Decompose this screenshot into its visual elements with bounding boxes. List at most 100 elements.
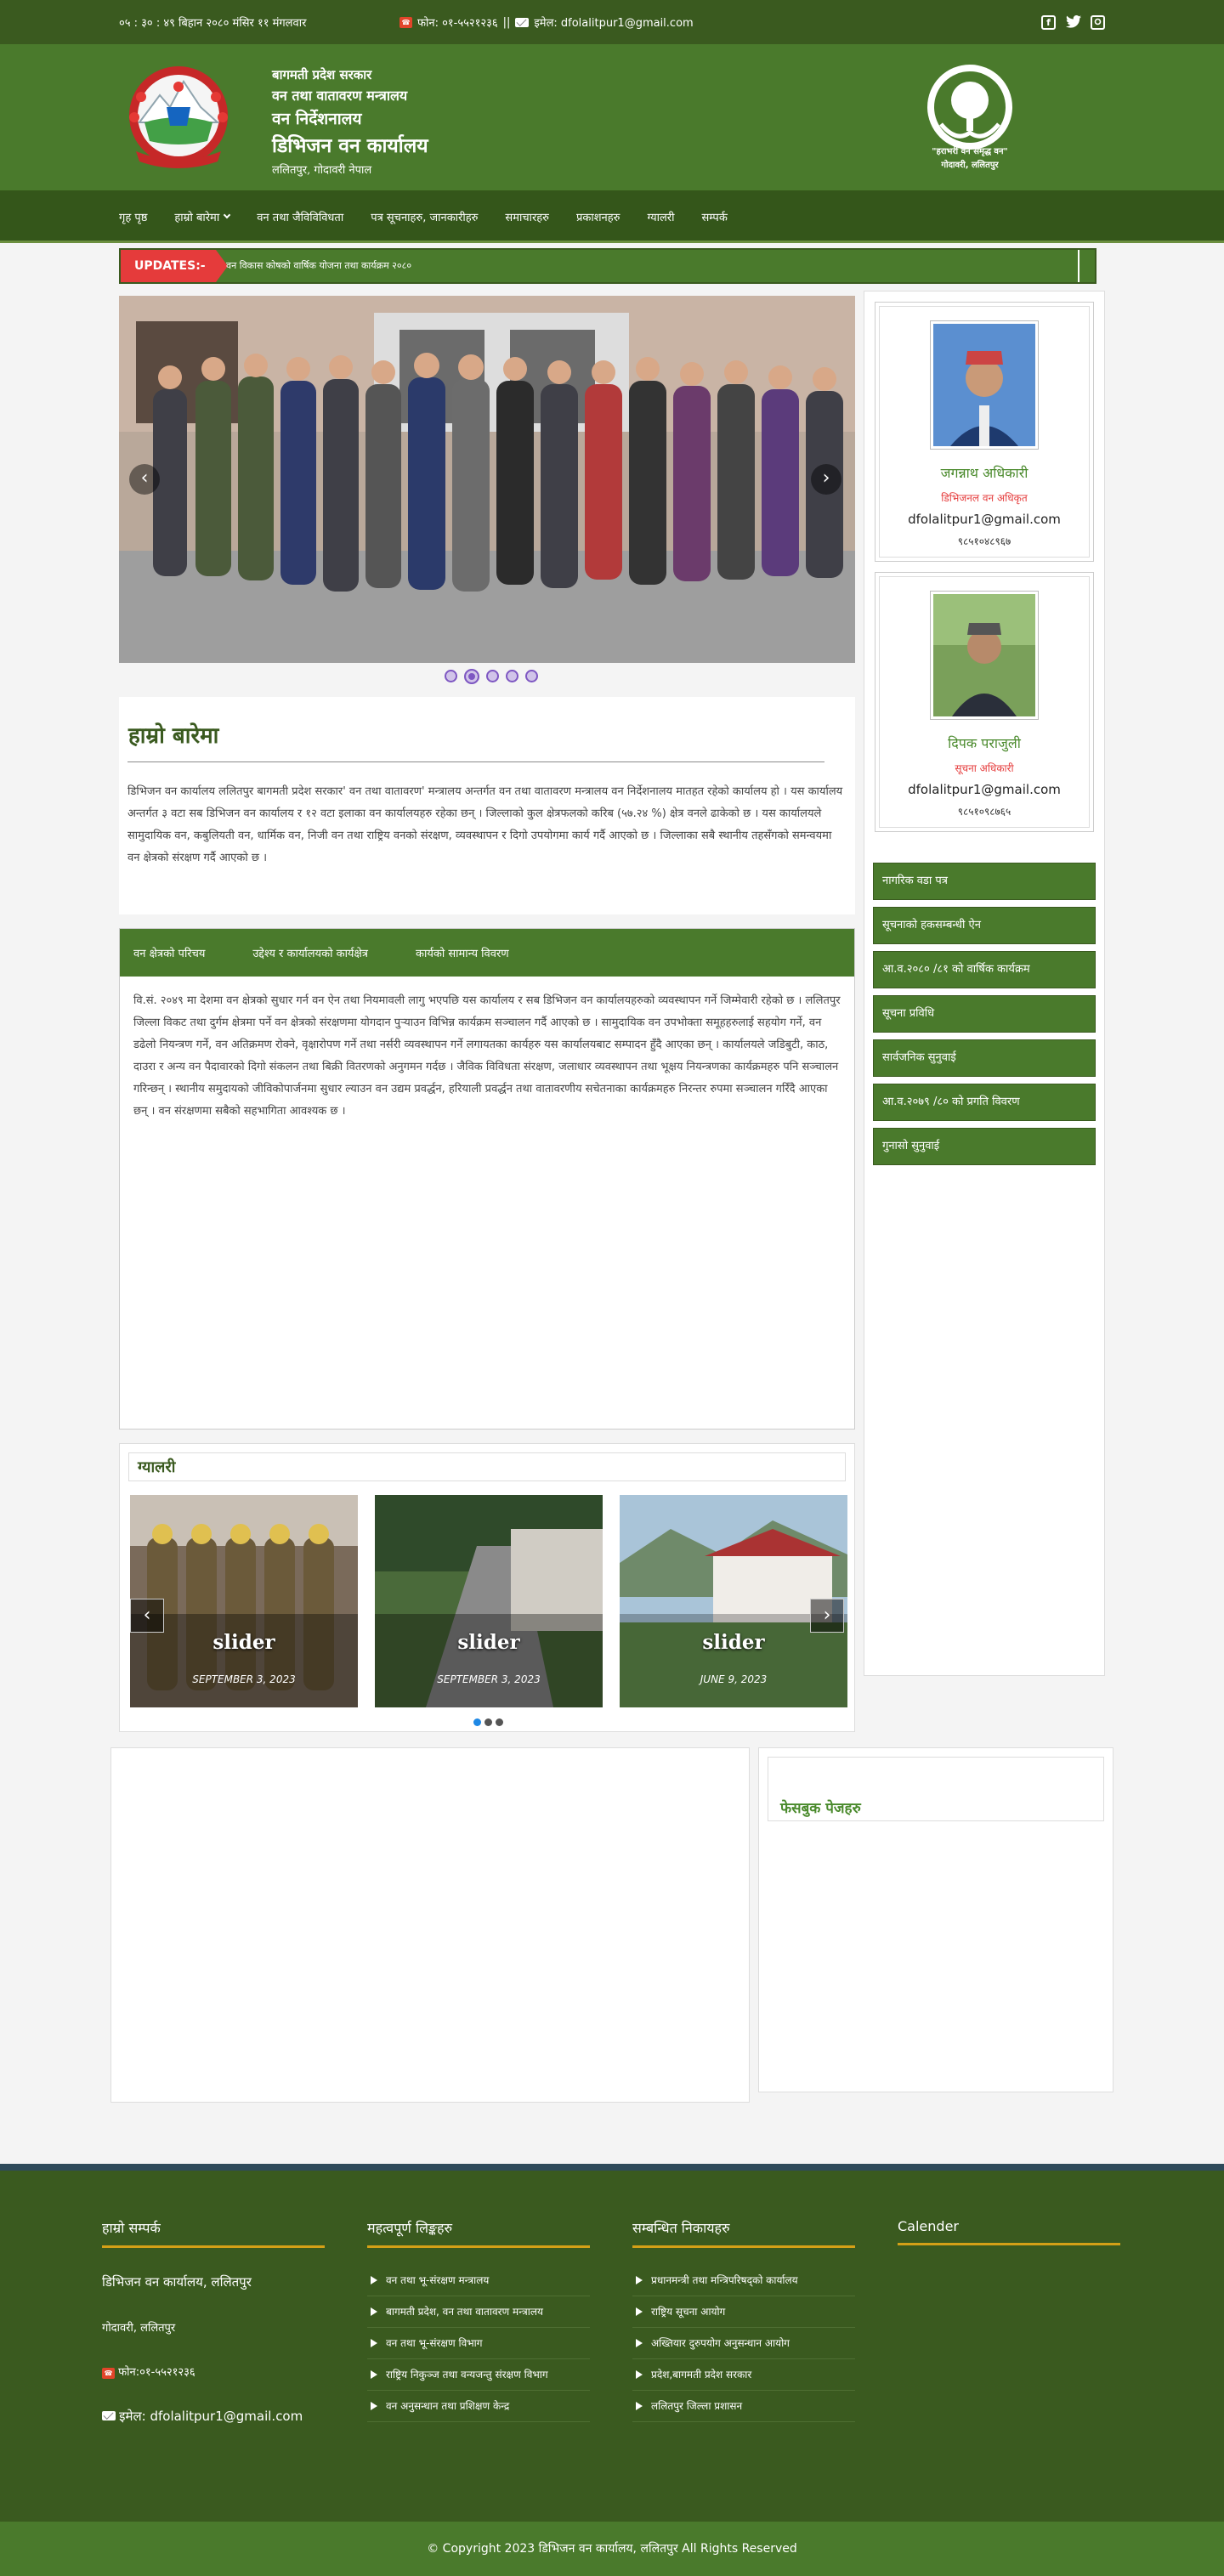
nav-gallery[interactable]: ग्यालरी <box>647 209 674 224</box>
nav-publications[interactable]: प्रकाशनहरु <box>576 209 620 224</box>
org-line-directorate: वन निर्देशनालय <box>272 110 362 128</box>
gallery-date: JUNE 9, 2023 <box>700 1673 768 1685</box>
footer-address: गोदावरी, ललितपुर <box>102 2322 176 2335</box>
sidebar-link[interactable]: गुनासो सुनुवाई <box>873 1128 1096 1165</box>
slider-dots <box>445 669 538 684</box>
footer-link[interactable]: बागमती प्रदेश, वन तथा वातावरण मन्त्रालय <box>367 2296 590 2328</box>
sidebar-link[interactable]: आ.व.२०८० /८१ को वार्षिक कार्यक्रम <box>873 951 1096 988</box>
chevron-down-icon <box>223 211 231 219</box>
site-footer: हाम्रो सम्पर्क डिभिजन वन कार्यालय, ललितप… <box>0 2164 1224 2522</box>
sidebar-link[interactable]: सूचना प्रविधि <box>873 995 1096 1033</box>
gallery-caption: slider <box>702 1631 765 1654</box>
top-bar: ०५ : ३० : ४९ बिहान २०८० मंसिर ११ मंगलवार… <box>0 0 1224 44</box>
slider-next-button[interactable]: › <box>811 464 842 495</box>
gallery-dot-active[interactable] <box>473 1718 481 1726</box>
tree-hands-icon <box>927 65 1012 150</box>
instagram-icon[interactable] <box>1091 14 1105 30</box>
footer-link[interactable]: प्रधानमन्त्री तथा मन्त्रिपरिषद्को कार्या… <box>632 2265 855 2296</box>
gallery-prev-button[interactable]: ‹ <box>130 1599 164 1633</box>
sidebar-link[interactable]: आ.व.२०७९ /८० को प्रगति विवरण <box>873 1084 1096 1121</box>
footer-link[interactable]: वन तथा भू-संरक्षण मन्त्रालय <box>367 2265 590 2296</box>
footer-link[interactable]: अख्तियार दुरुपयोग अनुसन्धान आयोग <box>632 2328 855 2359</box>
footer-email[interactable]: इमेल: dfolalitpur1@gmail.com <box>119 2409 303 2424</box>
copyright-bar: © Copyright 2023 डिभिजन वन कार्यालय, ललि… <box>0 2522 1224 2576</box>
updates-text[interactable]: वन विकास कोषको वार्षिक योजना तथा कार्यक्… <box>226 250 411 282</box>
gallery-next-button[interactable]: › <box>810 1599 844 1633</box>
gallery-dot[interactable] <box>484 1718 492 1726</box>
updates-ticker: UPDATES:- वन विकास कोषको वार्षिक योजना त… <box>119 248 1096 284</box>
footer-link[interactable]: वन तथा भू-संरक्षण विभाग <box>367 2328 590 2359</box>
facebook-box: फेसबुक पेजहरु <box>758 1747 1114 2092</box>
tab-content: वि.सं. २०४९ मा देशमा वन क्षेत्रको सुधार … <box>133 994 841 1118</box>
facebook-icon[interactable]: f <box>1041 14 1056 30</box>
facebook-widget: फेसबुक पेजहरु <box>768 1757 1104 1821</box>
footer-link[interactable]: राष्ट्रिय निकुञ्ज तथा वन्यजन्तु संरक्षण … <box>367 2359 590 2391</box>
footer-link[interactable]: ललितपुर जिल्ला प्रशासन <box>632 2391 855 2422</box>
slider-dot[interactable] <box>525 670 538 682</box>
top-separator: || <box>502 15 511 29</box>
tab-forest-intro[interactable]: वन क्षेत्रको परिचय <box>133 945 205 960</box>
forest-logo[interactable]: "हराभरी वन समृद्ध वन" गोदावरी, ललितपुर <box>915 63 1024 173</box>
facebook-title: फेसबुक पेजहरु <box>780 1800 861 1817</box>
footer-office: डिभिजन वन कार्यालय, ललितपुर <box>102 2274 252 2290</box>
main-area: UPDATES:- वन विकास कोषको वार्षिक योजना त… <box>119 243 1105 1747</box>
sidebar-links: नागरिक वडा पत्र सूचनाको हकसम्बन्धी ऐन आ.… <box>873 863 1096 1172</box>
org-line-office: डिभिजन वन कार्यालय <box>272 134 428 157</box>
slider-prev-button[interactable]: ‹ <box>129 464 160 495</box>
updates-tag: UPDATES:- <box>121 250 228 282</box>
official-email[interactable]: dfolalitpur1@gmail.com <box>880 782 1089 797</box>
info-tabs: वन क्षेत्रको परिचय उद्देश्य र कार्यालयको… <box>119 928 855 1430</box>
gallery-caption: slider <box>212 1631 275 1654</box>
sidebar-link[interactable]: नागरिक वडा पत्र <box>873 863 1096 900</box>
nav-notices[interactable]: पत्र सूचनाहरु, जानकारीहरु <box>371 209 478 224</box>
gallery-dot[interactable] <box>496 1718 503 1726</box>
sidebar-link[interactable]: सूचनाको हकसम्बन्धी ऐन <box>873 907 1096 944</box>
footer-phone-row: ☎ फोन:०१-५५२१२३६ <box>102 2364 325 2379</box>
top-email[interactable]: इमेल: dfolalitpur1@gmail.com <box>534 14 693 30</box>
footer-link[interactable]: वन अनुसन्धान तथा प्रशिक्षण केन्द्र <box>367 2391 590 2422</box>
gallery-card[interactable]: slider SEPTEMBER 3, 2023 <box>130 1495 358 1707</box>
nav-forest[interactable]: वन तथा जैविविविधता <box>257 209 343 224</box>
twitter-icon[interactable] <box>1066 14 1081 30</box>
footer-link[interactable]: राष्ट्रिय सूचना आयोग <box>632 2296 855 2328</box>
slider-dot[interactable] <box>445 670 457 682</box>
official-email[interactable]: dfolalitpur1@gmail.com <box>880 512 1089 527</box>
gallery-dots <box>473 1718 503 1726</box>
hero-slider[interactable]: ‹ › <box>119 296 855 663</box>
footer-calendar-title: Calender <box>898 2218 1120 2245</box>
sidebar-link[interactable]: सार्वजनिक सुनुवाई <box>873 1039 1096 1077</box>
gallery-caption: slider <box>457 1631 520 1654</box>
official-photo <box>930 320 1039 450</box>
gallery-card[interactable]: slider SEPTEMBER 3, 2023 <box>375 1495 603 1707</box>
nav-contact[interactable]: सम्पर्क <box>702 209 728 224</box>
official-phone: ९८५१०९८७६५ <box>957 806 1012 818</box>
official-role: डिभिजनल वन अधिकृत <box>941 492 1028 504</box>
slider-dot-active[interactable] <box>464 669 479 684</box>
footer-related-title: सम्बन्धित निकायहरु <box>632 2218 855 2248</box>
nav-about[interactable]: हाम्रो बारेमा <box>174 209 231 224</box>
nepal-emblem-logo[interactable] <box>119 63 238 172</box>
slider-dot[interactable] <box>486 670 499 682</box>
slider-dot[interactable] <box>506 670 518 682</box>
footer-office-wrap: डिभिजन वन कार्यालय, ललितपुर <box>102 2273 325 2290</box>
top-phone: फोन: ०१-५५२१२३६ <box>417 17 498 30</box>
tab-objectives[interactable]: उद्देश्य र कार्यालयको कार्यक्षेत्र <box>252 945 368 960</box>
footer-contact: हाम्रो सम्पर्क डिभिजन वन कार्यालय, ललितप… <box>102 2218 325 2425</box>
gallery-section: ग्यालरी slider SEPTEMBER 3, 2023 slider … <box>119 1443 855 1732</box>
footer-link[interactable]: प्रदेश,बागमती प्रदेश सरकार <box>632 2359 855 2391</box>
org-line-province: बागमती प्रदेश सरकार <box>272 67 372 82</box>
gallery-title: ग्यालरी <box>128 1452 846 1481</box>
nav-home[interactable]: गृह पृष्ठ <box>119 209 147 224</box>
gallery-cards: slider SEPTEMBER 3, 2023 slider SEPTEMBE… <box>130 1495 847 1707</box>
nav-home-label: गृह पृष्ठ <box>119 212 148 224</box>
footer-related-bodies: सम्बन्धित निकायहरु प्रधानमन्त्री तथा मन्… <box>632 2218 855 2425</box>
about-section: हाम्रो बारेमा डिभिजन वन कार्यालय ललितपुर… <box>119 697 855 914</box>
tab-header: वन क्षेत्रको परिचय उद्देश्य र कार्यालयको… <box>120 929 854 977</box>
embed-box <box>110 1747 750 2103</box>
official-role: सूचना अधिकारी <box>955 762 1014 774</box>
tab-work-details[interactable]: कार्यको सामान्य विवरण <box>416 945 509 960</box>
group-photo-image <box>119 296 855 663</box>
nav-news[interactable]: समाचारहरु <box>505 209 549 224</box>
footer-calendar: Calender <box>898 2218 1120 2425</box>
main-nav: गृह पृष्ठ हाम्रो बारेमा वन तथा जैविविविध… <box>0 190 1224 243</box>
